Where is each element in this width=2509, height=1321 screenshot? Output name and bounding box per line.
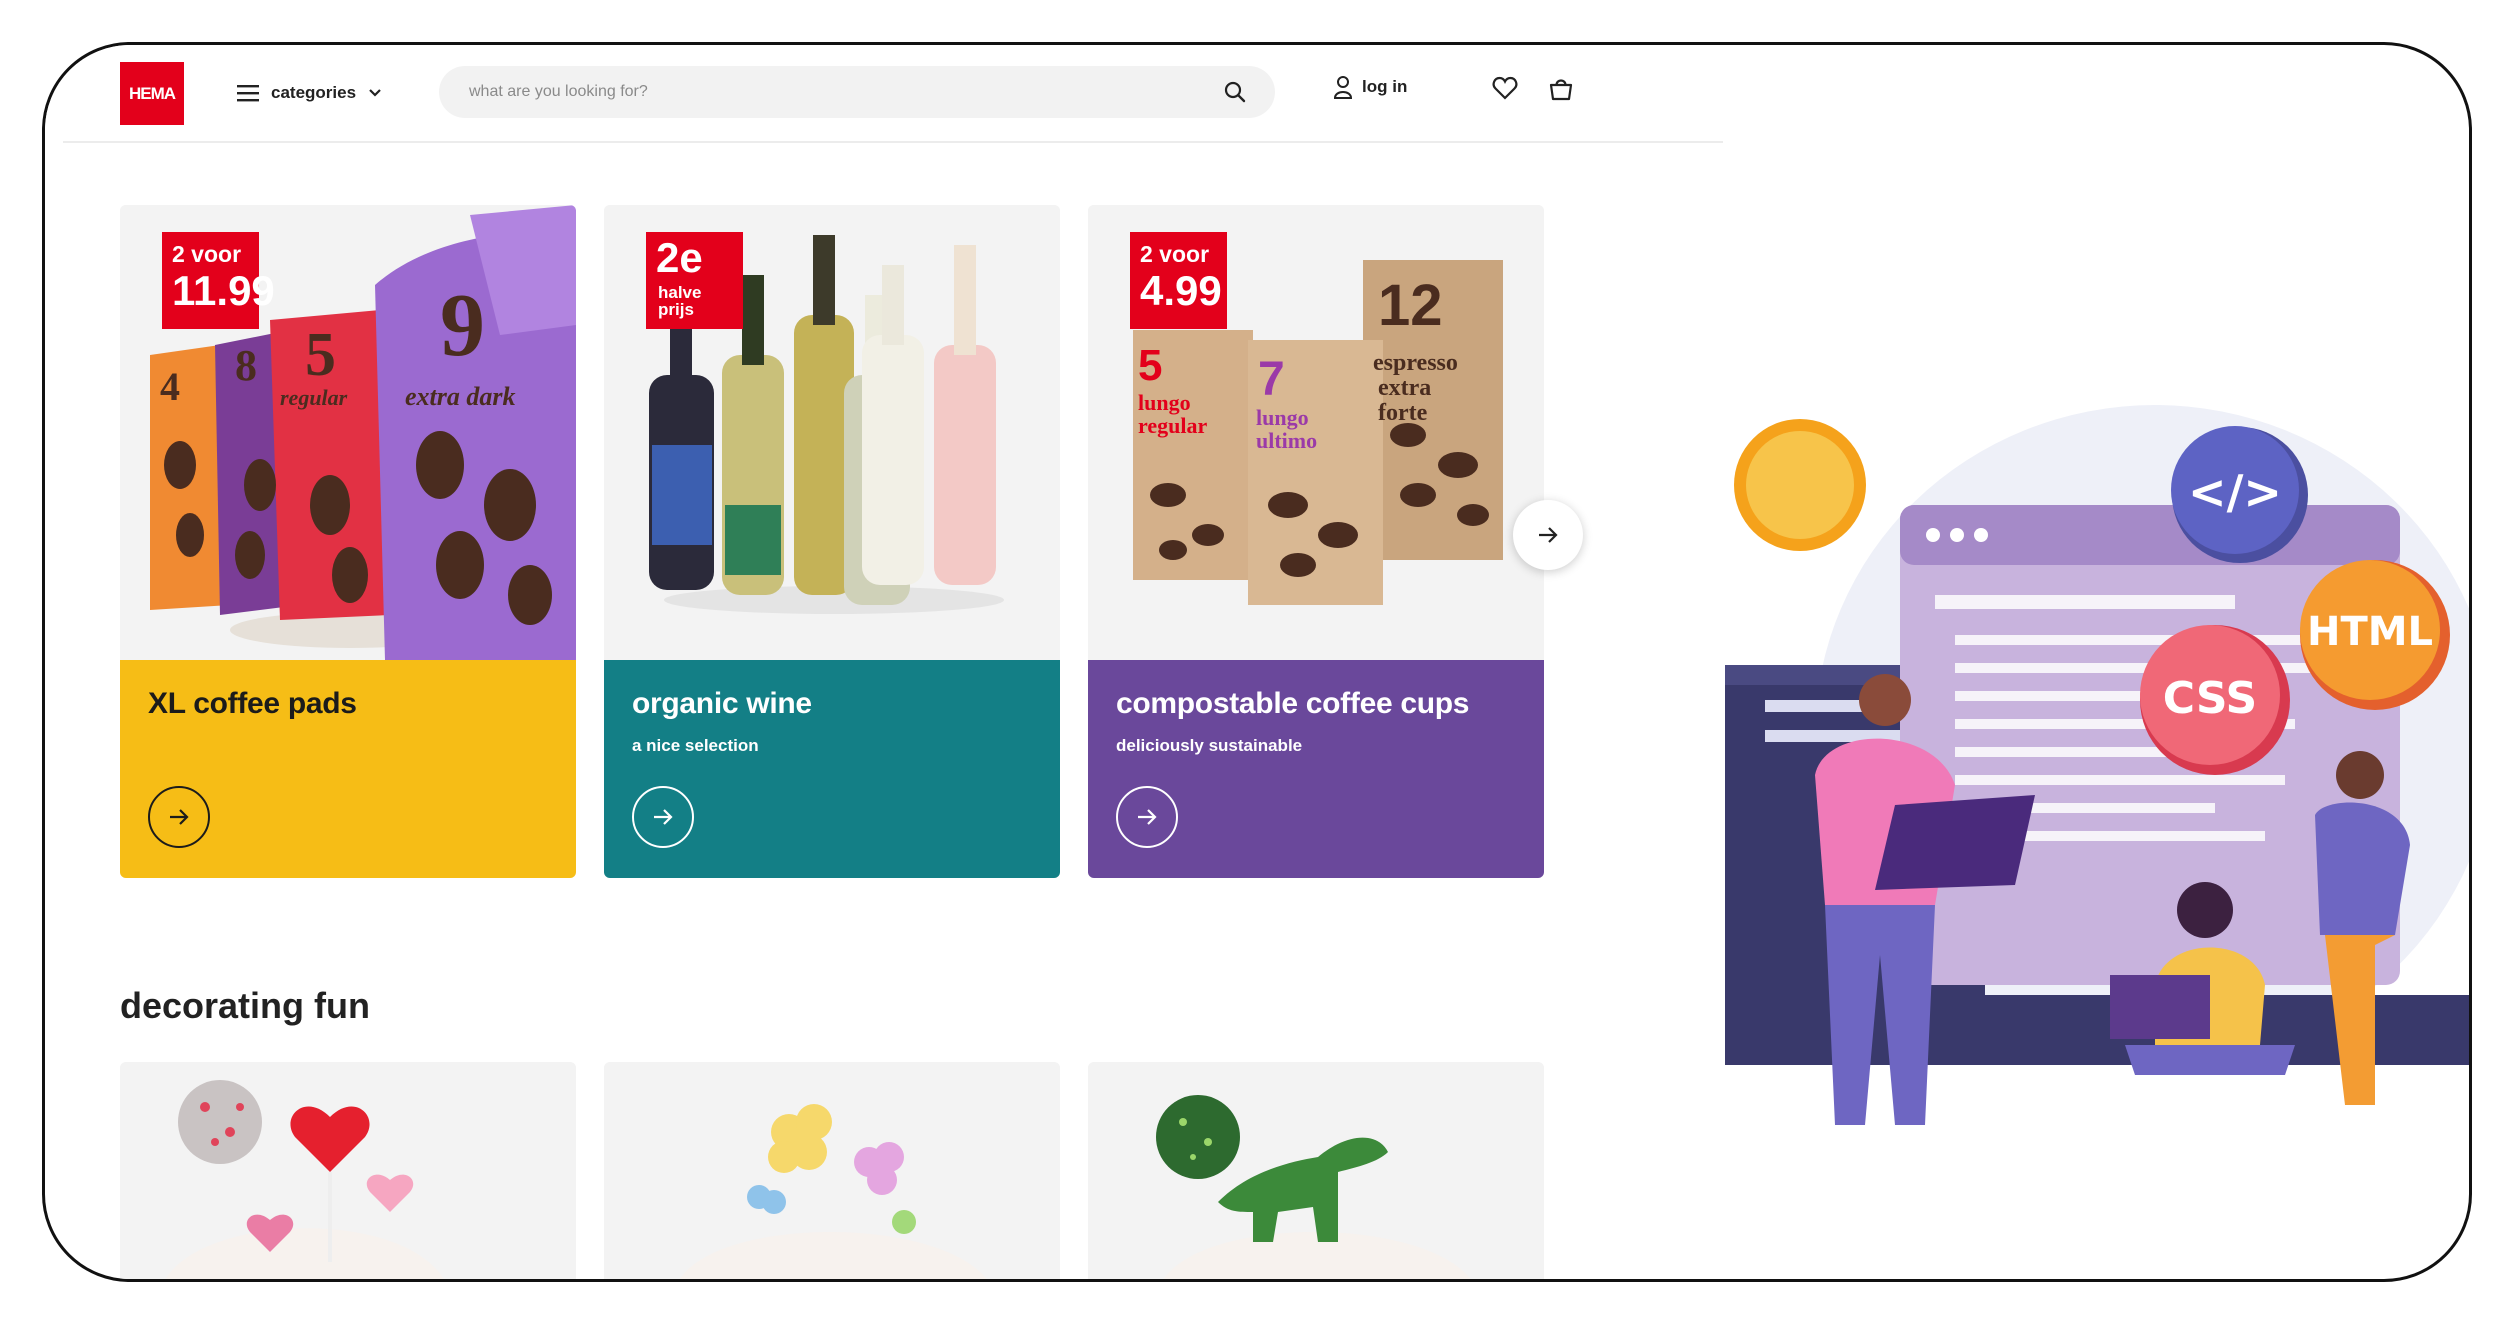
- promo-card-coffee-pads[interactable]: 4 8 5 regular 9 extra dark 2 voor 11.99 …: [120, 205, 576, 878]
- search-input[interactable]: [467, 82, 1223, 102]
- heart-cake-image: [120, 1062, 576, 1279]
- svg-text:8: 8: [235, 341, 257, 390]
- web-development-illustration: </> HTML CSS: [1725, 405, 2469, 1125]
- promo-panel: organic wine a nice selection: [604, 660, 1060, 878]
- badge-line-2: 4.99: [1140, 267, 1222, 314]
- svg-text:9: 9: [440, 276, 485, 375]
- badge-line-2: halve prijs: [658, 283, 702, 319]
- svg-text:7: 7: [1258, 353, 1285, 406]
- svg-text:lungo: lungo: [1138, 390, 1191, 415]
- svg-text:5: 5: [305, 321, 336, 389]
- section-title: decorating fun: [120, 985, 370, 1026]
- promo-arrow-button[interactable]: [1116, 786, 1178, 848]
- heart-icon[interactable]: [1492, 76, 1518, 100]
- promo-subtitle: deliciously sustainable: [1116, 736, 1303, 755]
- badge-line-1: 2e: [656, 234, 703, 281]
- promo-arrow-button[interactable]: [632, 786, 694, 848]
- promo-panel: compostable coffee cups deliciously sust…: [1088, 660, 1544, 878]
- promo-title: compostable coffee cups: [1116, 687, 1470, 720]
- promo-title: XL coffee pads: [148, 687, 357, 720]
- svg-text:5: 5: [1138, 341, 1162, 390]
- carousel-next-button[interactable]: [1513, 500, 1583, 570]
- hamburger-icon: [237, 85, 259, 102]
- svg-text:espresso: espresso: [1373, 350, 1458, 376]
- search-bar: [439, 66, 1275, 118]
- svg-text:lungo: lungo: [1256, 405, 1309, 430]
- login-button[interactable]: log in: [1333, 75, 1407, 99]
- promo-title: organic wine: [632, 687, 812, 720]
- categories-label: categories: [271, 83, 357, 102]
- categories-menu-button[interactable]: categories: [237, 78, 382, 108]
- promo-panel: XL coffee pads: [120, 660, 576, 878]
- svg-text:regular: regular: [280, 385, 348, 410]
- flower-cake-image: [604, 1062, 1060, 1279]
- arrow-right-icon: [1539, 527, 1558, 543]
- login-label: log in: [1362, 77, 1408, 96]
- svg-text:forte: forte: [1378, 400, 1428, 426]
- arrow-right-icon: [1138, 809, 1157, 825]
- promo-arrow-button[interactable]: [148, 786, 210, 848]
- svg-text:ultimo: ultimo: [1256, 428, 1317, 453]
- code-tag-bubble: </>: [2171, 426, 2308, 563]
- badge-line-2: 11.99: [172, 267, 275, 314]
- svg-text:regular: regular: [1138, 413, 1207, 438]
- promo-card-organic-wine[interactable]: 2e halve prijs organic wine a nice selec…: [604, 205, 1060, 878]
- code-tag-text: </>: [2188, 465, 2282, 519]
- dinosaur-cake-image: [1088, 1062, 1544, 1279]
- header-divider: [63, 141, 1723, 143]
- product-card-heart-cake[interactable]: [120, 1062, 576, 1279]
- user-icon: [1333, 76, 1353, 99]
- html-bubble: HTML: [2300, 560, 2450, 710]
- badge-line-1: 2 voor: [172, 241, 242, 267]
- svg-text:extra dark: extra dark: [405, 382, 516, 411]
- promo-card-compostable-coffee-cups[interactable]: 12 espresso extra forte 5 lungo regular …: [1088, 205, 1544, 878]
- css-bubble: CSS: [2140, 625, 2290, 775]
- svg-text:4: 4: [160, 364, 180, 409]
- html-text: HTML: [2307, 609, 2433, 655]
- hema-logo[interactable]: HEMA: [120, 62, 184, 125]
- svg-text:extra: extra: [1378, 375, 1431, 401]
- price-badge: 2 voor 11.99: [162, 232, 275, 329]
- coffee-pads-image: 4 8 5 regular 9 extra dark 2 voor 11.99: [120, 205, 576, 660]
- promo-subtitle: a nice selection: [632, 736, 759, 755]
- organic-wine-image: 2e halve prijs: [604, 205, 1060, 660]
- price-badge: 2e halve prijs: [646, 232, 743, 329]
- product-card-flower-cake[interactable]: [604, 1062, 1060, 1279]
- search-icon[interactable]: [1223, 80, 1247, 104]
- site-header: HEMA categories log in: [45, 45, 1725, 142]
- badge-line-1: 2 voor: [1140, 241, 1210, 267]
- browser-frame: HEMA categories log in: [42, 42, 2472, 1282]
- arrow-right-icon: [654, 809, 673, 825]
- price-badge: 2 voor 4.99: [1130, 232, 1227, 329]
- css-text: CSS: [2163, 673, 2258, 724]
- coffee-cups-image: 12 espresso extra forte 5 lungo regular …: [1088, 205, 1544, 660]
- product-card-dinosaur-cake[interactable]: [1088, 1062, 1544, 1279]
- svg-text:12: 12: [1378, 273, 1443, 338]
- arrow-right-icon: [170, 809, 189, 825]
- sun-icon: [1734, 419, 1866, 551]
- chevron-down-icon: [369, 89, 381, 97]
- basket-icon[interactable]: [1548, 76, 1574, 102]
